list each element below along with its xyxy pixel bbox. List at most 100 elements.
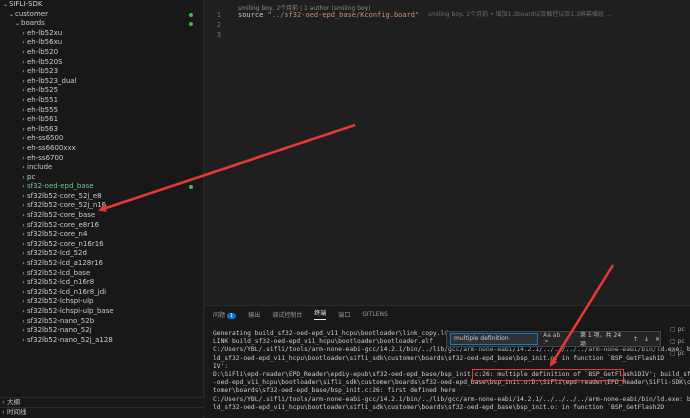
tree-item[interactable]: › sf32lb52-lcd_n16r8 (0, 278, 203, 288)
tree-item-label: sf32lb52-lchspi-ulp (27, 297, 94, 306)
chevron-right-icon: › (22, 135, 25, 143)
tree-item[interactable]: › eh-ss6600xxx (0, 144, 203, 154)
chevron-right-icon: › (22, 221, 25, 229)
find-result-count: 第 1 项，共 24 项 (580, 332, 622, 348)
chevron-right-icon: › (22, 202, 25, 210)
boards-list: › eh-lb52xu › eh-lb56xu › eh-lb520 › eh-lb520S ›… (0, 29, 203, 346)
explorer-root[interactable]: ⌄SIFLI-SDK (0, 0, 203, 10)
chevron-right-icon: › (22, 68, 25, 76)
tree-item[interactable]: › eh-lb523 (0, 67, 203, 77)
terminal-find-widget: multiple definition Aa ab .* 第 1 项，共 24 … (446, 331, 661, 348)
chevron-right-icon: › (22, 279, 25, 287)
tab-debug-console[interactable]: 调试控制台 (272, 310, 302, 319)
tree-item[interactable]: › sf32lb52-core_n4 (0, 230, 203, 240)
tree-item-label: sf32lb52-lcd_n16r8 (27, 278, 95, 287)
code-text: source "../sf32-oed-epd_base/Kconfig.boa… (238, 11, 420, 19)
tree-item-label: eh-lb520S (27, 57, 63, 66)
chevron-right-icon: › (22, 125, 25, 133)
find-input[interactable]: multiple definition (450, 333, 539, 345)
chevron-down-icon: ⌄ (14, 20, 21, 28)
chevron-right-icon: › (22, 308, 25, 315)
chevron-right-icon: › (22, 48, 25, 56)
find-options[interactable]: Aa ab .* (543, 332, 566, 346)
tree-item-label: sf32lb52-core_n4 (27, 230, 88, 239)
tree-item-label: eh-lb563 (27, 124, 59, 133)
tree-item[interactable]: › sf32lb52-lcd_n16r8_jdi (0, 288, 203, 298)
chevron-right-icon: › (22, 116, 25, 124)
chevron-down-icon: ⌄ (8, 10, 15, 18)
chevron-right-icon: › (22, 96, 25, 104)
arrow-up-icon[interactable]: ↑ (633, 336, 638, 343)
chevron-right-icon: › (22, 298, 25, 306)
tree-item[interactable]: › include (0, 163, 203, 173)
terminal-instance[interactable]: ▢ pc (670, 348, 690, 360)
tree-item[interactable]: › sf32lb52-nano_52b (0, 317, 203, 327)
tree-item[interactable]: › sf32lb52-core_52j_e8 (0, 192, 203, 202)
tree-item[interactable]: › sf32lb52-core_e8r16 (0, 221, 203, 231)
tree-item[interactable]: › sf32lb52-lchspi-ulp (0, 297, 203, 307)
tree-item-label: eh-lb56xu (27, 38, 63, 47)
tree-item-label: sf32lb52-core_52j_e8 (27, 191, 102, 200)
chevron-right-icon: › (22, 269, 25, 277)
tree-item[interactable]: › eh-lb561 (0, 115, 203, 125)
terminal-instance[interactable]: ▢ pc (670, 324, 690, 336)
tree-item-label: sf32lb52-core_52j_n16 (27, 201, 107, 210)
code-line[interactable]: 1 source "../sf32-oed-epd_base/Kconfig.b… (205, 10, 690, 20)
tree-item[interactable]: › sf32lb52-core_52j_n16 (0, 201, 203, 211)
terminal-line: ld_sf32-oed-epd_v11_hcpu\bootloader\sifl… (213, 403, 665, 411)
tab-terminal[interactable]: 终端 (314, 308, 327, 320)
tree-item-label: sf32lb52-core_base (27, 211, 96, 220)
folder-customer[interactable]: ⌄customer (0, 10, 203, 20)
tree-item[interactable]: › eh-lb525 (0, 86, 203, 96)
terminal-panel[interactable]: 问题 1 输出 调试控制台 终端 端口 GITLENS Generating bu… (205, 305, 690, 418)
chevron-right-icon: › (22, 327, 25, 335)
tree-item[interactable]: › pc (0, 173, 203, 183)
tab-problems[interactable]: 问题 1 (213, 310, 237, 319)
tree-item-label: eh-lb551 (27, 95, 59, 104)
panel-tabs: 问题 1 输出 调试控制台 终端 端口 GITLENS (205, 306, 690, 322)
tree-item[interactable]: › eh-lb563 (0, 125, 203, 135)
tree-item-label: eh-lb555 (27, 105, 59, 114)
tree-item[interactable]: › sf32lb52-nano_52j (0, 326, 203, 336)
folder-boards[interactable]: ⌄boards (0, 19, 203, 29)
tree-item[interactable]: › sf32-oed-epd_base (0, 182, 203, 192)
tree-item[interactable]: › eh-lb555 (0, 106, 203, 116)
tree-item[interactable]: › sf32lb52-lcd_a128r16 (0, 259, 203, 269)
tree-item[interactable]: › eh-lb520 (0, 48, 203, 58)
chevron-right-icon: › (2, 409, 5, 416)
tab-output[interactable]: 输出 (248, 310, 260, 319)
tree-item-label: eh-lb520 (27, 47, 59, 56)
tree-item[interactable]: › eh-lb523_dual (0, 77, 203, 87)
code-editor[interactable]: smiling boy, 2个月前 | 1 author (smiling bo… (205, 0, 690, 305)
tree-item[interactable]: › sf32lb52-lchspi-ulp_base (0, 307, 203, 317)
tree-item[interactable]: › sf32lb52-core_base (0, 211, 203, 221)
tab-ports[interactable]: 端口 (338, 310, 350, 319)
chevron-right-icon: › (22, 212, 25, 220)
tree-item-label: sf32-oed-epd_base (27, 182, 94, 191)
terminal-instance[interactable]: ▢ pc (670, 336, 690, 348)
tree-item[interactable]: › sf32lb52-nano_52j_a128 (0, 336, 203, 346)
timeline-section[interactable]: › 时间线 (0, 407, 204, 416)
tree-item[interactable]: › eh-lb520S (0, 58, 203, 68)
arrow-down-icon[interactable]: ↓ (644, 336, 649, 343)
chevron-right-icon: › (22, 77, 25, 85)
tree-item-label: eh-lb52xu (27, 28, 63, 37)
tree-item[interactable]: › eh-lb56xu (0, 38, 203, 48)
close-icon[interactable]: ✕ (655, 336, 660, 343)
chevron-right-icon: › (22, 317, 25, 325)
tree-item[interactable]: › eh-lb551 (0, 96, 203, 106)
tree-item[interactable]: › sf32lb52-core_n16r16 (0, 240, 203, 250)
terminal-line: ld_sf32-oed-epd_v11_hcpu\bootloader\sifl… (213, 354, 665, 362)
tree-item[interactable]: › eh-ss6500 (0, 134, 203, 144)
tree-item[interactable]: › eh-lb52xu (0, 29, 203, 39)
tree-item[interactable]: › eh-ss6700 (0, 154, 203, 164)
tab-gitlens[interactable]: GITLENS (362, 311, 388, 318)
tree-item[interactable]: › sf32lb52-lcd_base (0, 269, 203, 279)
outline-section[interactable]: › 大纲 (0, 397, 204, 406)
modified-dot-icon (189, 185, 193, 190)
line-number: 3 (216, 31, 221, 39)
chevron-right-icon: › (22, 231, 25, 239)
tree-item-label: sf32lb52-lcd_a128r16 (27, 259, 104, 268)
tree-item-label: sf32lb52-core_e8r16 (27, 220, 100, 229)
tree-item[interactable]: › sf32lb52-lcd_52d (0, 249, 203, 259)
